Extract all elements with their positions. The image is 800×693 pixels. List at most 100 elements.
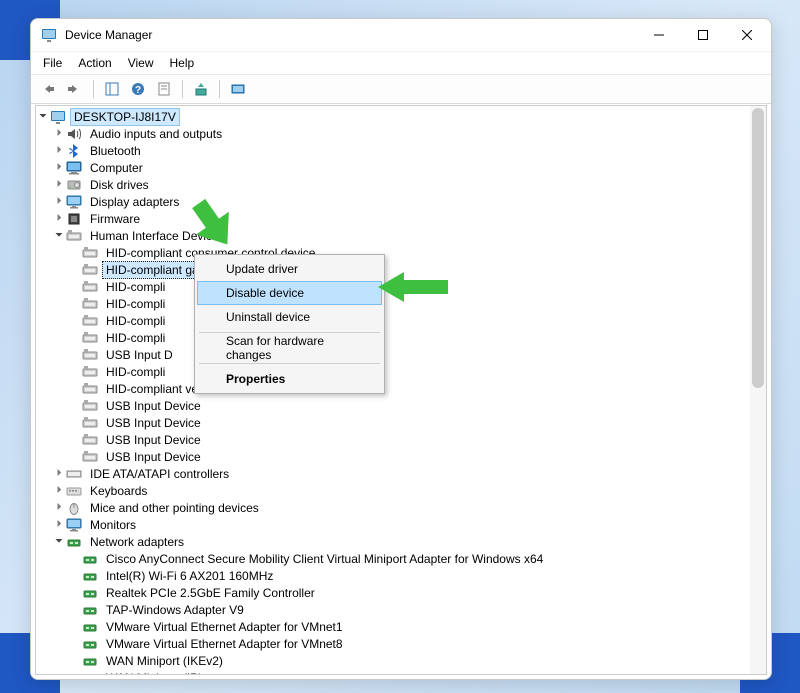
titlebar[interactable]: Device Manager bbox=[31, 19, 771, 52]
scrollbar[interactable] bbox=[750, 106, 766, 674]
label: WAN Miniport (IKEv2) bbox=[102, 652, 227, 670]
tree-device[interactable]: HID-compliant vendor-defined device bbox=[36, 380, 766, 397]
net-icon bbox=[82, 670, 98, 676]
properties-button[interactable] bbox=[152, 77, 176, 101]
label: USB Input Device bbox=[102, 397, 205, 415]
ctx-uninstall-device[interactable]: Uninstall device bbox=[197, 305, 382, 329]
label: Display adapters bbox=[86, 193, 183, 211]
update-driver-button[interactable] bbox=[189, 77, 213, 101]
expand-icon[interactable]: ⏵ bbox=[52, 179, 66, 190]
back-button[interactable] bbox=[37, 77, 61, 101]
label: Bluetooth bbox=[86, 142, 145, 160]
ctx-disable-device[interactable]: Disable device bbox=[197, 281, 382, 305]
tree-device[interactable]: HID-compli bbox=[36, 363, 766, 380]
tree-category[interactable]: ⏵ Display adapters bbox=[36, 193, 766, 210]
expand-icon[interactable]: ⏵ bbox=[52, 196, 66, 207]
scrollbar-thumb[interactable] bbox=[752, 108, 764, 388]
expand-icon[interactable]: ⏵ bbox=[52, 519, 66, 530]
tree-device[interactable]: TAP-Windows Adapter V9 bbox=[36, 601, 766, 618]
minimize-button[interactable] bbox=[637, 20, 681, 50]
hid-icon bbox=[82, 279, 98, 295]
hid-icon bbox=[82, 449, 98, 465]
label: DESKTOP-IJ8I17V bbox=[70, 108, 180, 126]
tree-device[interactable]: USB Input Device bbox=[36, 431, 766, 448]
scan-button[interactable] bbox=[226, 77, 250, 101]
tree-category[interactable]: ⏷ Network adapters bbox=[36, 533, 766, 550]
tree-device[interactable]: Cisco AnyConnect Secure Mobility Client … bbox=[36, 550, 766, 567]
label: Firmware bbox=[86, 210, 144, 228]
label: USB Input Device bbox=[102, 414, 205, 432]
tree-category[interactable]: ⏵Mice and other pointing devices bbox=[36, 499, 766, 516]
tree-device[interactable]: Intel(R) Wi-Fi 6 AX201 160MHz bbox=[36, 567, 766, 584]
forward-button[interactable] bbox=[63, 77, 87, 101]
tree-device[interactable]: HID-compli bbox=[36, 312, 766, 329]
tree-device[interactable]: USB Input Device bbox=[36, 397, 766, 414]
tree-category[interactable]: ⏵ Bluetooth bbox=[36, 142, 766, 159]
expand-icon[interactable]: ⏵ bbox=[52, 128, 66, 139]
label: Realtek PCIe 2.5GbE Family Controller bbox=[102, 584, 319, 602]
label: HID-compli bbox=[102, 329, 169, 347]
audio-icon bbox=[66, 126, 82, 142]
device-manager-window: Device Manager File Action View Help ? ⏷… bbox=[30, 18, 772, 680]
annotation-arrow bbox=[378, 270, 448, 304]
menu-file[interactable]: File bbox=[35, 54, 70, 72]
device-tree-pane[interactable]: ⏷ DESKTOP-IJ8I17V⏵Audio inputs and output… bbox=[35, 105, 767, 675]
ctx-scan-for-hardware-changes[interactable]: Scan for hardware changes bbox=[197, 336, 382, 360]
expand-icon[interactable]: ⏵ bbox=[52, 468, 66, 479]
tree-device[interactable]: WAN Miniport (IP) bbox=[36, 669, 766, 675]
kb-icon bbox=[66, 483, 82, 499]
expand-icon[interactable]: ⏵ bbox=[52, 213, 66, 224]
ctx-update-driver[interactable]: Update driver bbox=[197, 257, 382, 281]
label: Intel(R) Wi-Fi 6 AX201 160MHz bbox=[102, 567, 277, 585]
menu-action[interactable]: Action bbox=[70, 54, 119, 72]
tree-device[interactable]: Realtek PCIe 2.5GbE Family Controller bbox=[36, 584, 766, 601]
tree-category[interactable]: ⏵Monitors bbox=[36, 516, 766, 533]
label: Disk drives bbox=[86, 176, 153, 194]
menu-view[interactable]: View bbox=[120, 54, 162, 72]
app-icon bbox=[50, 109, 66, 125]
label: HID-compli bbox=[102, 312, 169, 330]
expand-icon[interactable]: ⏵ bbox=[52, 162, 66, 173]
expand-icon[interactable]: ⏵ bbox=[52, 145, 66, 156]
collapse-icon[interactable]: ⏷ bbox=[52, 230, 66, 241]
tree-device[interactable]: USB Input Device bbox=[36, 414, 766, 431]
tree-root[interactable]: ⏷ DESKTOP-IJ8I17V bbox=[36, 108, 766, 125]
menubar: File Action View Help bbox=[31, 52, 771, 75]
menu-help[interactable]: Help bbox=[162, 54, 203, 72]
hid-icon bbox=[82, 245, 98, 261]
label: Network adapters bbox=[86, 533, 188, 551]
tree-device[interactable]: VMware Virtual Ethernet Adapter for VMne… bbox=[36, 618, 766, 635]
window-title: Device Manager bbox=[65, 28, 637, 42]
tree-category[interactable]: ⏵IDE ATA/ATAPI controllers bbox=[36, 465, 766, 482]
computer-icon bbox=[66, 160, 82, 176]
label: Cisco AnyConnect Secure Mobility Client … bbox=[102, 550, 547, 568]
help-button[interactable]: ? bbox=[126, 77, 150, 101]
hid-icon bbox=[82, 364, 98, 380]
tree-category[interactable]: ⏵ Disk drives bbox=[36, 176, 766, 193]
tree-category[interactable]: ⏵ Computer bbox=[36, 159, 766, 176]
ide-icon bbox=[66, 466, 82, 482]
tree-category[interactable]: ⏵ Firmware bbox=[36, 210, 766, 227]
show-hide-tree-button[interactable] bbox=[100, 77, 124, 101]
tree-category[interactable]: ⏷Human Interface Devices bbox=[36, 227, 766, 244]
tree-category[interactable]: ⏵Keyboards bbox=[36, 482, 766, 499]
hid-icon bbox=[82, 432, 98, 448]
tree-device[interactable]: HID-compli bbox=[36, 329, 766, 346]
tree-device[interactable]: VMware Virtual Ethernet Adapter for VMne… bbox=[36, 635, 766, 652]
net-icon bbox=[82, 619, 98, 635]
expand-icon[interactable]: ⏵ bbox=[52, 502, 66, 513]
menu-separator bbox=[199, 332, 380, 333]
tree-device[interactable]: WAN Miniport (IKEv2) bbox=[36, 652, 766, 669]
tree-device[interactable]: USB Input D bbox=[36, 346, 766, 363]
hid-icon bbox=[82, 262, 98, 278]
collapse-icon[interactable]: ⏷ bbox=[52, 536, 66, 547]
label: Computer bbox=[86, 159, 147, 177]
tree-category[interactable]: ⏵Audio inputs and outputs bbox=[36, 125, 766, 142]
tree-device[interactable]: USB Input Device bbox=[36, 448, 766, 465]
collapse-icon[interactable]: ⏷ bbox=[36, 111, 50, 122]
close-button[interactable] bbox=[725, 20, 769, 50]
tree-device[interactable]: HID-compliant consumer control device bbox=[36, 244, 766, 261]
maximize-button[interactable] bbox=[681, 20, 725, 50]
expand-icon[interactable]: ⏵ bbox=[52, 485, 66, 496]
ctx-properties[interactable]: Properties bbox=[197, 367, 382, 391]
